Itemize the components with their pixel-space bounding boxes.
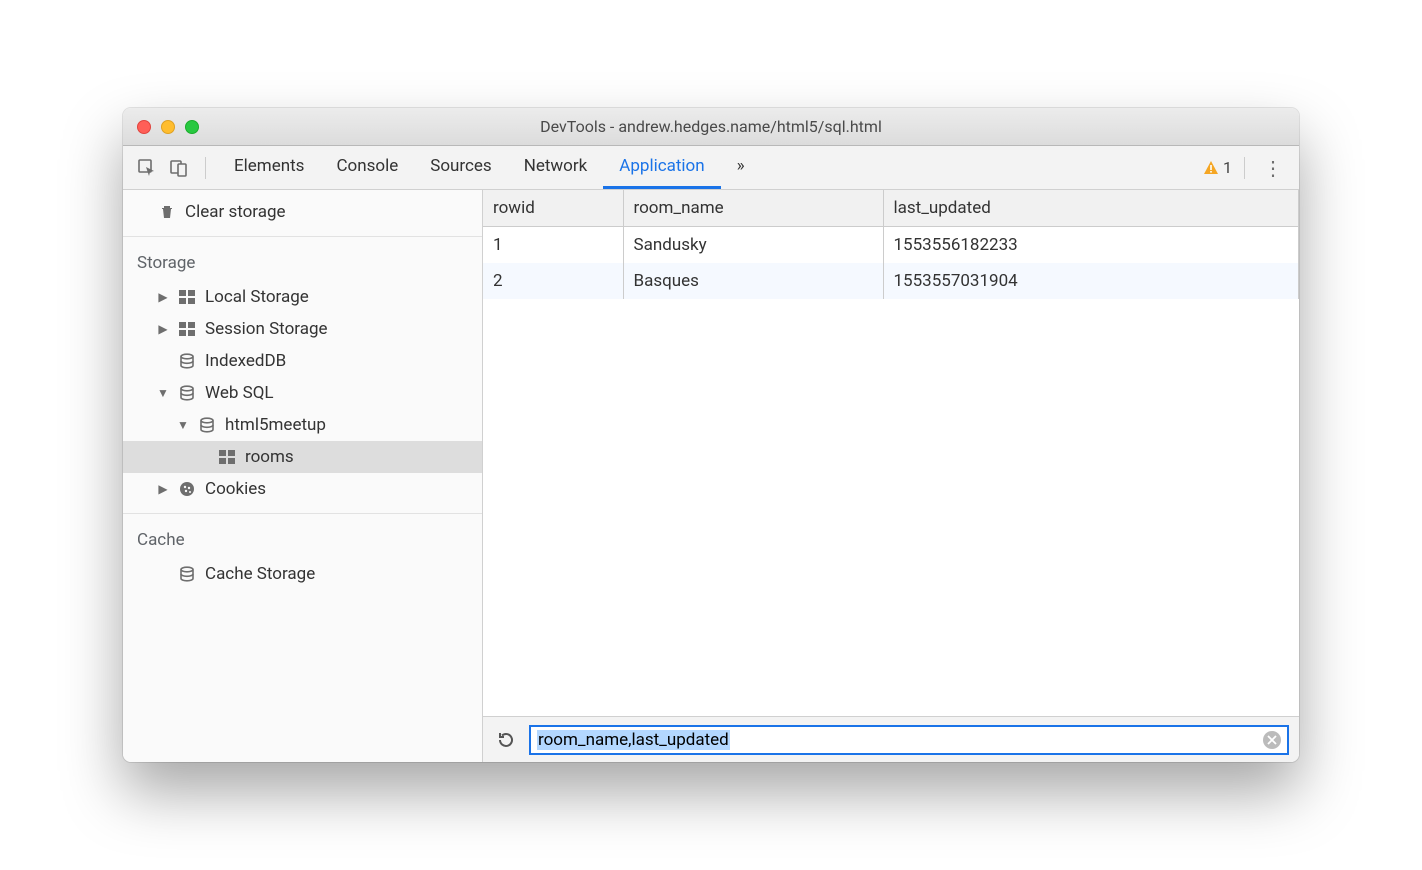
- sidebar-item-label: Local Storage: [205, 287, 309, 307]
- settings-menu-icon[interactable]: ⋮: [1257, 156, 1289, 180]
- cell-last-updated: 1553557031904: [883, 263, 1299, 299]
- sidebar-item-table-rooms[interactable]: rooms: [123, 441, 482, 473]
- sidebar-item-session-storage[interactable]: ▶ Session Storage: [123, 313, 482, 345]
- tabs-overflow[interactable]: »: [721, 146, 761, 189]
- device-toggle-icon[interactable]: [165, 154, 193, 182]
- tab-application[interactable]: Application: [603, 146, 720, 189]
- query-bar: room_name,last_updated: [483, 716, 1299, 762]
- database-icon: [197, 415, 217, 435]
- table-icon: [177, 319, 197, 339]
- column-header-last-updated[interactable]: last_updated: [883, 190, 1299, 227]
- tab-network[interactable]: Network: [508, 146, 604, 189]
- sidebar-item-label: Cookies: [205, 479, 266, 499]
- warning-count[interactable]: 1: [1203, 158, 1232, 177]
- column-header-rowid[interactable]: rowid: [483, 190, 623, 227]
- sidebar-item-cookies[interactable]: ▶ Cookies: [123, 473, 482, 505]
- database-icon: [177, 564, 197, 584]
- cell-last-updated: 1553556182233: [883, 227, 1299, 264]
- query-input-value: room_name,last_updated: [537, 730, 730, 750]
- chevron-down-icon: ▼: [177, 418, 189, 432]
- toolbar-right: 1 ⋮: [1203, 156, 1289, 180]
- data-table: rowid room_name last_updated 1 Sandusky …: [483, 190, 1299, 299]
- table-row[interactable]: 2 Basques 1553557031904: [483, 263, 1299, 299]
- minimize-window-button[interactable]: [161, 120, 175, 134]
- chevron-right-icon: ▶: [157, 322, 169, 336]
- inspect-element-icon[interactable]: [133, 154, 161, 182]
- traffic-lights: [123, 120, 199, 134]
- sidebar-heading-storage: Storage: [123, 245, 482, 281]
- main-content: rowid room_name last_updated 1 Sandusky …: [483, 190, 1299, 762]
- warning-count-value: 1: [1223, 158, 1232, 177]
- database-icon: [177, 351, 197, 371]
- sidebar-item-cache-storage[interactable]: Cache Storage: [123, 558, 482, 590]
- toolbar-separator: [205, 157, 206, 179]
- table-icon: [217, 447, 237, 467]
- sidebar-item-label: IndexedDB: [205, 351, 286, 371]
- close-window-button[interactable]: [137, 120, 151, 134]
- sidebar-item-local-storage[interactable]: ▶ Local Storage: [123, 281, 482, 313]
- sidebar-item-websql[interactable]: ▼ Web SQL: [123, 377, 482, 409]
- zoom-window-button[interactable]: [185, 120, 199, 134]
- column-header-room-name[interactable]: room_name: [623, 190, 883, 227]
- sidebar-item-database[interactable]: ▼ html5meetup: [123, 409, 482, 441]
- query-input[interactable]: room_name,last_updated: [529, 725, 1289, 755]
- tab-elements[interactable]: Elements: [218, 146, 320, 189]
- cookie-icon: [177, 479, 197, 499]
- chevron-right-icon: ▶: [157, 482, 169, 496]
- sidebar-item-clear-storage[interactable]: Clear storage: [123, 196, 482, 228]
- cell-rowid: 2: [483, 263, 623, 299]
- sidebar-item-label: Cache Storage: [205, 564, 315, 584]
- sidebar-item-label: html5meetup: [225, 415, 326, 435]
- tab-sources[interactable]: Sources: [414, 146, 507, 189]
- data-table-wrap: rowid room_name last_updated 1 Sandusky …: [483, 190, 1299, 716]
- panel-body: Service Workers Clear storage Storage ▶: [123, 190, 1299, 762]
- devtools-toolbar: Elements Console Sources Network Applica…: [123, 146, 1299, 190]
- table-icon: [177, 287, 197, 307]
- titlebar: DevTools - andrew.hedges.name/html5/sql.…: [123, 108, 1299, 146]
- toolbar-separator: [1244, 157, 1245, 179]
- chevron-down-icon: ▼: [157, 386, 169, 400]
- cell-rowid: 1: [483, 227, 623, 264]
- sidebar-item-label: Web SQL: [205, 383, 274, 403]
- chevron-right-icon: ▶: [157, 290, 169, 304]
- devtools-window: DevTools - andrew.hedges.name/html5/sql.…: [123, 108, 1299, 762]
- table-header-row: rowid room_name last_updated: [483, 190, 1299, 227]
- sidebar-item-label: rooms: [245, 447, 294, 467]
- tab-console[interactable]: Console: [320, 146, 414, 189]
- panel-tabs: Elements Console Sources Network Applica…: [218, 146, 761, 189]
- sidebar-item-label: Clear storage: [185, 202, 286, 222]
- window-title: DevTools - andrew.hedges.name/html5/sql.…: [123, 117, 1299, 136]
- cell-room-name: Basques: [623, 263, 883, 299]
- sidebar-item-indexeddb[interactable]: IndexedDB: [123, 345, 482, 377]
- application-sidebar: Service Workers Clear storage Storage ▶: [123, 190, 483, 762]
- refresh-button[interactable]: [493, 727, 519, 753]
- cell-room-name: Sandusky: [623, 227, 883, 264]
- clear-input-icon[interactable]: [1263, 731, 1281, 749]
- warning-icon: [1203, 160, 1219, 176]
- sidebar-item-label: Session Storage: [205, 319, 328, 339]
- sidebar-heading-cache: Cache: [123, 522, 482, 558]
- trash-icon: [157, 202, 177, 222]
- table-row[interactable]: 1 Sandusky 1553556182233: [483, 227, 1299, 264]
- database-icon: [177, 383, 197, 403]
